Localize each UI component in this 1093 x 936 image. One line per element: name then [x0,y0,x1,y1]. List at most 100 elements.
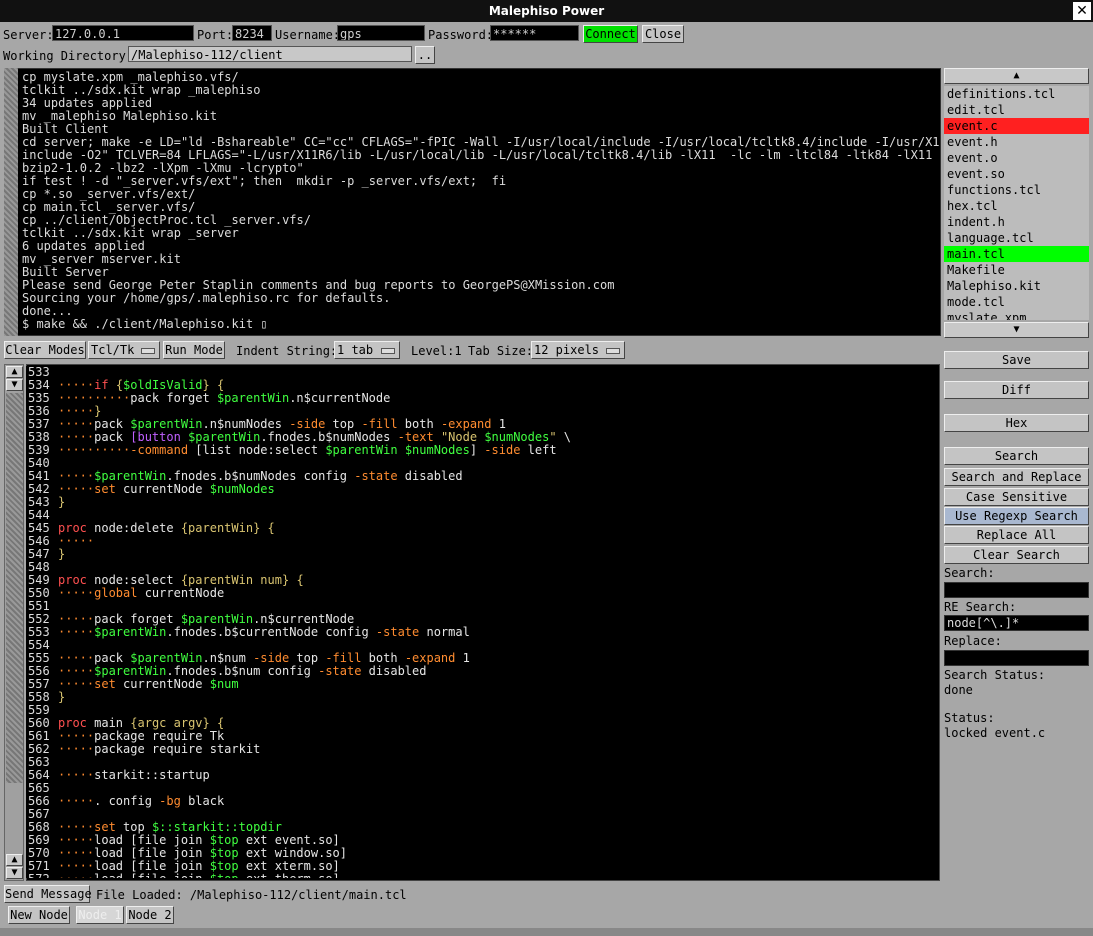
workdir-input[interactable]: /Malephiso-112/client [128,46,412,62]
code-line[interactable]: ·····set currentNode $numNodes [58,483,938,496]
hex-button[interactable]: Hex [944,414,1089,432]
password-label: Password: [428,28,494,42]
code-line[interactable]: proc node:delete {parentWin} { [58,522,938,535]
replace-label: Replace: [944,634,1002,648]
code-line[interactable]: ·····. config -bg black [58,795,938,808]
connect-button[interactable]: Connect [583,25,638,43]
clear-modes-button[interactable]: Clear Modes [4,341,86,359]
code-line[interactable]: ····· [58,535,938,548]
status-label: Status: [944,711,995,725]
level-label: Level:1 [411,344,462,358]
send-message-button[interactable]: Send Message [4,885,92,903]
editor-scroll-thumb[interactable] [6,393,23,783]
username-label: Username: [275,28,341,42]
indent-string-menubutton[interactable]: 1 tab [334,341,400,359]
code-text[interactable]: ·····if {$oldIsValid} {··········pack fo… [58,366,938,879]
code-line[interactable]: } [58,496,938,509]
search-and-replace-button[interactable]: Search and Replace [944,468,1089,486]
editor-scroll-down-button[interactable]: ▼ [6,867,23,879]
use-regexp-search-button[interactable]: Use Regexp Search [944,507,1089,525]
workdir-bar: Working Directory: /Malephiso-112/client… [0,45,1093,65]
search-status-value: done [944,683,973,697]
file-list-item[interactable]: language.tcl [944,230,1089,246]
menu-indicator-icon [141,348,155,354]
line-number: 572 [28,873,56,879]
file-list-item[interactable]: indent.h [944,214,1089,230]
code-line[interactable]: ·····set currentNode $num [58,678,938,691]
code-line[interactable]: ··········-command [list node:select $pa… [58,444,938,457]
server-input[interactable]: 127.0.0.1 [52,25,194,41]
file-list-item[interactable]: myslate.xpm [944,310,1089,320]
code-line[interactable]: ··········pack forget $parentWin.n$curre… [58,392,938,405]
code-line[interactable]: ·····$parentWin.fnodes.b$currentNode con… [58,626,938,639]
new-node-button[interactable]: New Node [8,906,70,924]
username-input[interactable]: gps [337,25,425,41]
node-1-button[interactable]: Node 1 [76,906,124,924]
code-line[interactable]: ·····package require starkit [58,743,938,756]
replace-input[interactable] [944,650,1089,666]
language-menubutton[interactable]: Tcl/Tk [88,341,160,359]
run-mode-button[interactable]: Run Mode [163,341,225,359]
port-input[interactable]: 8234 [232,25,272,41]
file-list-item[interactable]: main.tcl [944,246,1089,262]
code-line[interactable]: ·····starkit::startup [58,769,938,782]
mode-bar: Clear Modes Tcl/Tk Run Mode Indent Strin… [0,341,940,361]
filelist-scroll-down-button[interactable]: ▼ [944,322,1089,338]
indent-string-value: 1 tab [337,343,374,357]
terminal-scrollbar[interactable] [4,68,18,336]
editor-scrollbar[interactable]: ▲ ▼ ▲ ▼ [4,364,24,881]
server-label: Server: [3,28,54,42]
status-value: locked event.c [944,726,1046,740]
terminal-text: cp myslate.xpm _malephiso.vfs/ tclkit ..… [22,70,940,331]
case-sensitive-button[interactable]: Case Sensitive [944,488,1089,506]
node-2-button[interactable]: Node 2 [126,906,174,924]
editor-page-up-button[interactable]: ▼ [6,379,23,391]
re-search-input[interactable]: node[^\.]* [944,615,1089,631]
close-connection-button[interactable]: Close [642,25,684,43]
line-numbers: 533 534 535 536 537 538 539 540 541 542 543 544 545 5… [26,366,56,878]
search-button[interactable]: Search [944,447,1089,465]
password-input[interactable]: ****** [490,25,579,41]
file-list-item[interactable]: Malephiso.kit [944,278,1089,294]
terminal-output[interactable]: cp myslate.xpm _malephiso.vfs/ tclkit ..… [4,68,941,336]
tab-size-label: Tab Size: [468,344,534,358]
indent-string-label: Indent String: [236,344,338,358]
app-window: Malephiso Power ✕ Server: 127.0.0.1 Port… [0,0,1093,936]
filelist-scroll-up-button[interactable]: ▲ [944,68,1089,84]
code-line[interactable]: } [58,548,938,561]
editor-page-down-button[interactable]: ▲ [6,854,23,866]
code-line[interactable]: ·····load [file join $top ext therm.so] [58,873,938,879]
file-list-item[interactable]: edit.tcl [944,102,1089,118]
workdir-label: Working Directory: [3,49,134,63]
file-list-item[interactable]: Makefile [944,262,1089,278]
diff-button[interactable]: Diff [944,381,1089,399]
file-list-item[interactable]: definitions.tcl [944,86,1089,102]
connection-bar: Server: 127.0.0.1 Port: 8234 Username: g… [0,24,1093,44]
editor-scroll-up-button[interactable]: ▲ [6,366,23,378]
tab-size-value: 12 pixels [534,343,600,357]
file-list-item[interactable]: event.h [944,134,1089,150]
window-close-button[interactable]: ✕ [1073,2,1091,20]
port-label: Port: [197,28,234,42]
file-list-item[interactable]: event.c [944,118,1089,134]
replace-all-button[interactable]: Replace All [944,526,1089,544]
file-list-item[interactable]: event.so [944,166,1089,182]
browse-button[interactable]: .. [415,46,435,64]
code-line[interactable]: } [58,691,938,704]
search-status-label: Search Status: [944,668,1046,682]
window-bottom-border [0,928,1093,936]
tab-size-menubutton[interactable]: 12 pixels [531,341,625,359]
title-bar: Malephiso Power ✕ [0,0,1093,22]
search-input[interactable] [944,582,1089,598]
code-line[interactable]: ·····global currentNode [58,587,938,600]
file-list-item[interactable]: functions.tcl [944,182,1089,198]
clear-search-button[interactable]: Clear Search [944,546,1089,564]
re-search-label: RE Search: [944,600,1017,614]
save-button[interactable]: Save [944,351,1089,369]
file-loaded-label: File Loaded: /Malephiso-112/client/main.… [96,888,407,902]
file-list[interactable]: definitions.tcl edit.tcl event.c event.h eve… [944,86,1089,320]
file-list-item[interactable]: mode.tcl [944,294,1089,310]
file-list-item[interactable]: hex.tcl [944,198,1089,214]
file-list-item[interactable]: event.o [944,150,1089,166]
window-title: Malephiso Power [488,4,605,18]
